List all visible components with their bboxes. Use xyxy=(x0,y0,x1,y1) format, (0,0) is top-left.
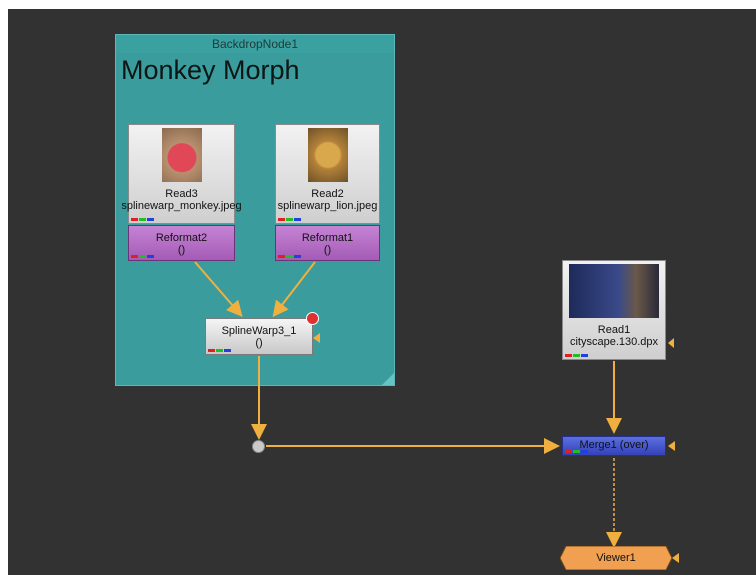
monkey-thumbnail xyxy=(161,128,202,182)
read1-file: cityscape.130.dpx xyxy=(569,336,659,348)
read2-file: splinewarp_lion.jpeg xyxy=(277,200,378,212)
read3-node[interactable]: Read3 splinewarp_monkey.jpeg xyxy=(121,124,242,224)
read3-file: splinewarp_monkey.jpeg xyxy=(121,200,242,212)
cityscape-thumbnail xyxy=(569,264,659,318)
read3-name: Read3 xyxy=(165,188,198,200)
reformat2-name: Reformat2 xyxy=(155,232,208,244)
read2-node[interactable]: Read2 splinewarp_lion.jpeg xyxy=(275,124,380,224)
dot-node[interactable] xyxy=(252,440,265,453)
reformat2-channels xyxy=(131,255,155,258)
error-badge-icon xyxy=(306,312,319,325)
splinewarp-detail: () xyxy=(255,337,263,349)
read3-channels xyxy=(131,218,155,221)
lion-thumbnail xyxy=(307,128,348,182)
reformat2-node[interactable]: Reformat2 () xyxy=(128,225,235,261)
merge-node[interactable]: Merge1 (over) xyxy=(562,436,666,456)
reformat1-name: Reformat1 xyxy=(301,232,354,244)
backdrop-resize-handle[interactable] xyxy=(382,373,394,385)
read2-channels xyxy=(278,218,302,221)
backdrop-header: BackdropNode1 xyxy=(116,35,394,53)
read1-name: Read1 xyxy=(597,324,631,336)
reformat1-channels xyxy=(278,255,302,258)
reformat1-node[interactable]: Reformat1 () xyxy=(275,225,380,261)
viewer-node[interactable]: Viewer1 xyxy=(560,546,672,570)
merge-channels xyxy=(565,450,589,453)
splinewarp-channels xyxy=(208,349,232,352)
splinewarp-node[interactable]: SplineWarp3_1 () xyxy=(205,312,319,355)
read2-name: Read2 xyxy=(311,188,344,200)
viewer-name: Viewer1 xyxy=(596,552,636,564)
splinewarp-name: SplineWarp3_1 xyxy=(221,325,297,337)
read1-node[interactable]: Read1 cityscape.130.dpx xyxy=(562,260,666,360)
read1-channels xyxy=(565,354,589,357)
backdrop-title: Monkey Morph xyxy=(121,55,300,85)
